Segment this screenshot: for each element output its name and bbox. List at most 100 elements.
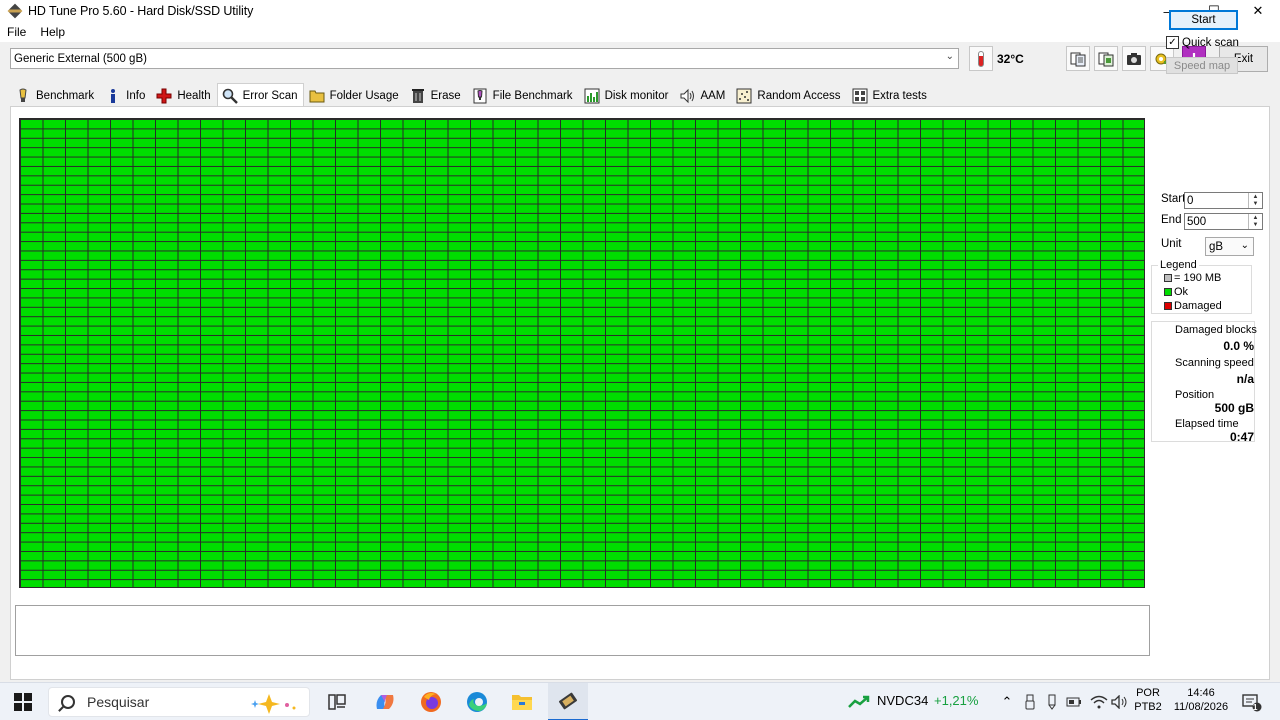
benchmark-icon: [15, 88, 31, 104]
speed-map-button[interactable]: Speed map: [1166, 57, 1238, 74]
tab-info[interactable]: Info: [100, 85, 151, 107]
legend-swatch-damaged: [1164, 302, 1172, 310]
app-icon: [7, 3, 23, 19]
legend-ok: Ok: [1164, 286, 1188, 298]
tab-label: Info: [126, 90, 146, 102]
window-title: HD Tune Pro 5.60 - Hard Disk/SSD Utility: [28, 4, 254, 18]
camera-icon: [1127, 52, 1141, 65]
notification-icon: [1242, 694, 1262, 712]
up-arrow-icon[interactable]: ▲: [1249, 214, 1262, 222]
position-value: 500 gB: [1214, 401, 1254, 415]
copy-screenshot-button[interactable]: [1094, 46, 1118, 71]
tab-benchmark[interactable]: Benchmark: [10, 85, 100, 107]
start-menu-button[interactable]: [6, 683, 40, 720]
unit-select[interactable]: gB ⌄: [1205, 237, 1254, 256]
legend-swatch-ok: [1164, 288, 1172, 296]
tab-aam[interactable]: AAM: [674, 85, 731, 107]
end-input[interactable]: 500 ▲ ▼: [1184, 213, 1263, 230]
end-input-value: 500: [1187, 215, 1207, 228]
copy-info-button[interactable]: [1066, 46, 1090, 71]
tab-error-scan[interactable]: Error Scan: [216, 83, 304, 108]
tab-file-benchmark[interactable]: File Benchmark: [467, 85, 579, 107]
quick-scan-checkbox[interactable]: ✓ Quick scan: [1166, 36, 1239, 49]
down-arrow-icon[interactable]: ▼: [1249, 222, 1262, 230]
tab-extra-tests[interactable]: Extra tests: [847, 85, 933, 107]
unit-select-value: gB: [1209, 240, 1224, 253]
tab-random-access[interactable]: Random Access: [731, 85, 846, 107]
legend-swatch-block: [1164, 274, 1172, 282]
error-scan-panel: [10, 106, 1270, 680]
file-explorer-button[interactable]: [505, 683, 539, 720]
firefox-button[interactable]: [414, 683, 448, 720]
copilot-icon: [376, 695, 394, 709]
down-arrow-icon[interactable]: ▼: [1249, 201, 1262, 209]
scan-log: [15, 605, 1150, 656]
wifi-icon: [1090, 695, 1108, 709]
menu-file[interactable]: File: [0, 25, 33, 39]
copilot-button[interactable]: [368, 683, 402, 720]
file-explorer-icon: [512, 695, 532, 710]
windows-icon: [14, 693, 32, 711]
task-view-button[interactable]: [322, 683, 352, 720]
health-icon: [156, 88, 172, 104]
tab-disk-monitor[interactable]: Disk monitor: [579, 85, 675, 107]
close-button[interactable]: ✕: [1236, 0, 1280, 22]
elapsed-time-value: 0:47: [1229, 430, 1254, 444]
end-spinner[interactable]: ▲ ▼: [1248, 214, 1262, 229]
elapsed-time-label: Elapsed time: [1175, 418, 1239, 430]
tab-health[interactable]: Health: [151, 85, 216, 107]
end-field-label: End: [1161, 214, 1182, 226]
legend-ok-label: Ok: [1174, 286, 1189, 298]
start-button[interactable]: Start: [1169, 10, 1238, 30]
pen-icon: [1048, 694, 1056, 710]
show-hidden-icons-button[interactable]: ⌃: [998, 683, 1016, 720]
tab-folder-usage[interactable]: Folder Usage: [304, 85, 405, 107]
tab-label: Extra tests: [872, 90, 927, 102]
stock-ticker[interactable]: NVDC34: [877, 694, 928, 708]
chevron-down-icon: ⌄: [1240, 240, 1249, 251]
copy-info-icon: [1070, 52, 1086, 66]
tab-erase[interactable]: Erase: [405, 85, 467, 107]
volume-icon: [1111, 695, 1127, 709]
menu-help[interactable]: Help: [33, 25, 72, 39]
tab-label: AAM: [700, 90, 726, 102]
edge-icon: [467, 692, 487, 712]
checkbox-check-icon: ✓: [1166, 36, 1179, 49]
taskbar-search[interactable]: Pesquisar: [48, 687, 310, 717]
edge-button[interactable]: [460, 683, 494, 720]
menu-bar: File Help: [0, 22, 1280, 42]
tab-label: Folder Usage: [329, 90, 399, 102]
info-icon: [105, 88, 121, 104]
nvidia-stock-widget[interactable]: [846, 683, 872, 720]
erase-icon: [410, 88, 426, 104]
tab-label: Erase: [430, 90, 461, 102]
battery-tray[interactable]: [1065, 683, 1083, 720]
clock-time: 14:46: [1187, 687, 1215, 699]
screenshot-button[interactable]: [1122, 46, 1146, 71]
tab-label: Benchmark: [36, 90, 95, 102]
legend-title: Legend: [1158, 259, 1199, 271]
up-arrow-icon[interactable]: ▲: [1249, 193, 1262, 201]
drive-select[interactable]: Generic External (500 gB) ⌄: [10, 48, 959, 69]
pen-tray[interactable]: [1043, 683, 1061, 720]
start-input[interactable]: 0 ▲ ▼: [1184, 192, 1263, 209]
language-indicator[interactable]: POR PTB2: [1134, 686, 1162, 714]
legend-block-size: = 190 MB: [1164, 272, 1221, 284]
extra-tests-icon: [852, 88, 868, 104]
usb-drive-tray[interactable]: [1022, 683, 1038, 720]
firefox-icon: [421, 692, 441, 712]
disk-monitor-icon: [584, 88, 600, 104]
sparkle-icon: [251, 694, 296, 714]
language-code: POR: [1136, 687, 1160, 699]
notifications-button[interactable]: 1: [1238, 683, 1266, 720]
unit-label: Unit: [1161, 238, 1182, 250]
wifi-tray[interactable]: [1088, 683, 1110, 720]
start-spinner[interactable]: ▲ ▼: [1248, 193, 1262, 208]
toolbar: Generic External (500 gB) ⌄ 32°C Exit: [0, 42, 1280, 76]
volume-tray[interactable]: [1110, 683, 1130, 720]
hdtune-taskbar-button[interactable]: [548, 683, 588, 720]
clock[interactable]: 14:46 11/08/2026: [1170, 686, 1232, 714]
battery-icon: [1066, 697, 1081, 707]
scan-block-map: [19, 118, 1145, 588]
scanning-speed-label: Scanning speed: [1175, 357, 1254, 369]
